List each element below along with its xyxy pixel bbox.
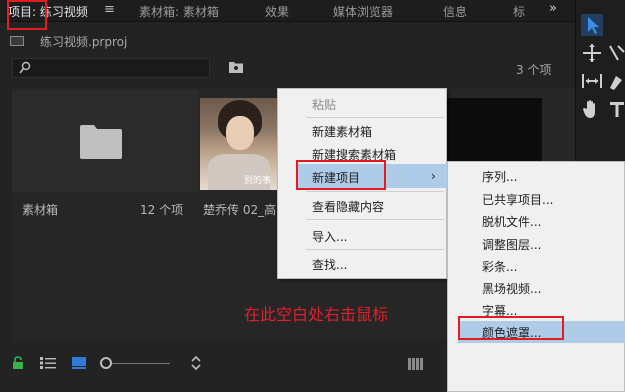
- menu-separator: [306, 249, 444, 250]
- menu-item-view-hidden[interactable]: 查看隐藏内容: [312, 198, 384, 215]
- submenu-item-adjustment-layer[interactable]: 调整图层...: [482, 236, 541, 253]
- project-file-icon: [10, 36, 24, 46]
- submenu-item-shared-project[interactable]: 已共享项目...: [482, 191, 553, 208]
- submenu-item-sequence[interactable]: 序列...: [482, 168, 517, 185]
- project-path-row: 练习视频.prproj: [0, 23, 575, 55]
- menu-item-paste: 粘贴: [312, 98, 337, 112]
- type-tool-icon[interactable]: [606, 98, 625, 120]
- menu-separator: [306, 219, 444, 220]
- icon-view-icon[interactable]: [72, 357, 86, 369]
- search-icon: [19, 61, 31, 74]
- menu-separator: [306, 117, 444, 118]
- selection-tool-icon[interactable]: [581, 14, 603, 36]
- new-item-submenu: 序列... 已共享项目... 脱机文件... 调整图层... 彩条... 黑场视…: [447, 161, 625, 392]
- tab-bin[interactable]: 素材箱: 素材箱: [139, 3, 219, 20]
- tab-effects[interactable]: 效果: [265, 3, 289, 20]
- clip-figure-face: [226, 116, 254, 150]
- submenu-arrow-icon: ›: [431, 169, 436, 183]
- zoom-slider-track[interactable]: [108, 363, 170, 364]
- lock-icon[interactable]: [12, 356, 24, 370]
- submenu-item-bars-and-tone[interactable]: 彩条...: [482, 258, 517, 275]
- folder-icon: [80, 125, 122, 159]
- tab-overflow-icon[interactable]: »: [549, 1, 557, 16]
- tab-menu-icon[interactable]: ≡: [104, 2, 115, 17]
- menu-item-new-bin[interactable]: 新建素材箱: [312, 123, 372, 140]
- clip-name[interactable]: 楚乔传 02_高: [203, 201, 278, 218]
- annotation-box-color-matte: [458, 316, 564, 340]
- sort-icon[interactable]: [190, 355, 202, 371]
- tab-info[interactable]: 信息: [443, 3, 467, 20]
- new-search-bin-icon[interactable]: [229, 61, 243, 73]
- tab-markers[interactable]: 标: [513, 3, 525, 20]
- clip-thumb-caption: 别的事: [244, 176, 272, 186]
- item-count: 3 个项: [516, 63, 552, 77]
- hand-tool-icon[interactable]: [581, 98, 603, 120]
- bin-name[interactable]: 素材箱: [22, 201, 58, 218]
- search-input[interactable]: [12, 58, 210, 78]
- ripple-edit-tool-icon[interactable]: [606, 42, 625, 64]
- instruction-caption: 在此空白处右击鼠标: [244, 305, 389, 324]
- slip-tool-icon[interactable]: [581, 70, 603, 92]
- pen-tool-icon[interactable]: [606, 70, 625, 92]
- automate-to-sequence-icon[interactable]: [408, 358, 424, 370]
- submenu-item-offline-file[interactable]: 脱机文件...: [482, 213, 541, 230]
- menu-separator: [306, 191, 444, 192]
- bin-item-count: 12 个项: [140, 203, 184, 217]
- project-file-name: 练习视频.prproj: [40, 35, 128, 49]
- list-view-icon[interactable]: [40, 357, 56, 369]
- zoom-slider-knob[interactable]: [100, 357, 112, 369]
- clip-thumbnail-black[interactable]: [444, 98, 542, 162]
- menu-item-import[interactable]: 导入...: [312, 228, 347, 245]
- submenu-item-black-video[interactable]: 黑场视频...: [482, 280, 541, 297]
- menu-item-find[interactable]: 查找...: [312, 256, 347, 273]
- clip-thumbnail[interactable]: 别的事: [200, 98, 278, 190]
- annotation-box-new-item: [296, 160, 386, 190]
- project-bottom-bar: [0, 342, 447, 392]
- panel-tab-bar: 项目: 练习视频 ≡ 素材箱: 素材箱 效果 媒体浏览器 信息 标 »: [0, 0, 575, 22]
- track-select-tool-icon[interactable]: [581, 42, 603, 64]
- tab-media-browser[interactable]: 媒体浏览器: [333, 3, 393, 20]
